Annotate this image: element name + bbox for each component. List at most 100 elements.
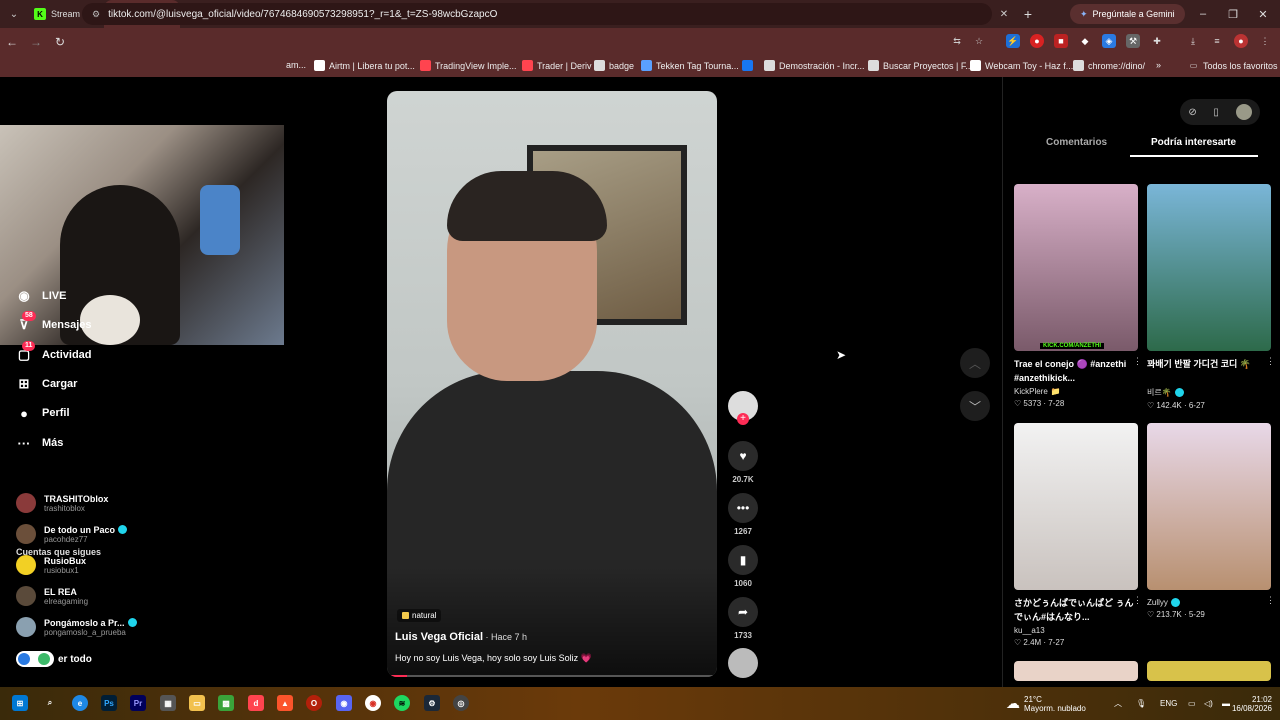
suggested-card-partial[interactable] [1014, 661, 1138, 681]
share-icon[interactable]: ➦ [728, 597, 758, 627]
file-explorer-icon[interactable]: ▭ [189, 695, 205, 711]
battery-icon[interactable]: ▬ [1222, 687, 1230, 720]
video-thumbnail[interactable] [1147, 423, 1271, 590]
windows-start-icon[interactable]: ⊞ [12, 695, 28, 711]
user-avatar[interactable] [1235, 104, 1252, 120]
discord-icon[interactable]: ◉ [336, 695, 352, 711]
suggested-video-card[interactable]: ⋮ 꽈배기 반팔 가디건 코디 🌴 비르🌴 ♡ 142.4K · 6-27 [1147, 184, 1275, 410]
video-thumbnail[interactable] [1147, 184, 1271, 351]
sidebar-item-más[interactable]: ··· Más [16, 435, 64, 451]
comment-icon[interactable]: ••• [728, 493, 758, 523]
bookmark-item[interactable] [742, 60, 757, 71]
restore-button[interactable]: ❐ [1218, 0, 1248, 28]
see-all-link[interactable]: er todo [16, 651, 92, 667]
suggested-video-card[interactable]: ⋮ Zullyy ♡ 213.7K · 5-29 [1147, 423, 1275, 619]
card-author[interactable]: 비르🌴 [1147, 387, 1271, 398]
forward-button[interactable]: → [24, 35, 48, 49]
tab-search-button[interactable]: ⌄ [0, 0, 28, 28]
extension-icon[interactable]: ⚒ [1126, 34, 1140, 48]
opera-icon[interactable]: O [306, 695, 322, 711]
network-icon[interactable]: ▭ [1188, 687, 1196, 720]
back-button[interactable]: ← [0, 35, 24, 49]
language-indicator[interactable]: ENG [1160, 687, 1177, 720]
comment-action[interactable]: ••• 1267 [728, 493, 758, 536]
obs-icon[interactable]: ◎ [453, 695, 469, 711]
volume-icon[interactable]: ◁) [1204, 687, 1213, 720]
sidebar-item-cargar[interactable]: ⊞ Cargar [16, 376, 78, 392]
site-info-icon[interactable]: ⚙ [92, 9, 100, 20]
card-author[interactable]: ku__a13 [1014, 626, 1138, 635]
extension-icon[interactable]: ● [1030, 34, 1044, 48]
heart-icon[interactable]: ♥ [728, 441, 758, 471]
edge-icon[interactable]: e [72, 695, 88, 711]
tab-suggested[interactable]: Podría interesarte [1151, 137, 1236, 148]
video-progress-bar[interactable] [387, 675, 717, 677]
extension-icon[interactable]: ⚡ [1006, 34, 1020, 48]
tab-comments[interactable]: Comentarios [1046, 137, 1107, 148]
suggested-video-card[interactable]: ⋮ さかどぅんぱでぃんぱど ぅんでぃん#はんなり... ku__a13 ♡ 2.4M … [1014, 423, 1142, 647]
suggested-card-partial[interactable] [1147, 661, 1271, 681]
bookmark-item[interactable]: badge [594, 60, 634, 71]
sidebar-item-actividad[interactable]: ▢ 11 Actividad [16, 341, 92, 363]
new-tab-button[interactable]: + [1016, 6, 1040, 22]
clock[interactable]: 21:02 16/08/2026 [1232, 687, 1272, 720]
deriv-icon[interactable]: d [248, 695, 264, 711]
following-item[interactable]: EL REA elreagaming [16, 586, 88, 606]
share-action[interactable]: ➦ 1733 [728, 597, 758, 640]
bookmark-item[interactable]: TradingView Imple... [420, 60, 517, 71]
previous-video-button[interactable]: ︿ [960, 348, 990, 378]
bookmark-star-icon[interactable]: ☆ [972, 34, 986, 48]
more-options-icon[interactable]: ⋮ [1133, 356, 1142, 367]
reload-button[interactable]: ↻ [48, 35, 72, 49]
photoshop-icon[interactable]: Ps [101, 695, 117, 711]
weather-widget[interactable]: ☁ 21°C Mayorm. nublado [1006, 687, 1086, 720]
bookmark-item[interactable]: Trader | Deriv [522, 60, 592, 71]
bookmark-item[interactable]: Buscar Proyectos | F... [868, 60, 973, 71]
extensions-puzzle-icon[interactable]: ✚ [1150, 34, 1164, 48]
brave-icon[interactable]: ▲ [277, 695, 293, 711]
minimize-button[interactable]: – [1188, 0, 1218, 28]
extension-icon[interactable]: ◆ [1078, 34, 1092, 48]
music-disc-button[interactable] [728, 648, 758, 678]
sidebar-item-live[interactable]: ◉ LIVE [16, 288, 66, 304]
bookmark-item[interactable]: Airtm | Libera tu pot... [314, 60, 415, 71]
video-player[interactable]: natural Luis Vega Oficial · Hace 7 h Hoy… [387, 91, 717, 677]
next-video-button[interactable]: ﹀ [960, 391, 990, 421]
following-item[interactable]: RusioBux rusiobux1 [16, 555, 86, 575]
video-thumbnail[interactable]: KICK.COM/ANZETHI [1014, 184, 1138, 351]
close-window-button[interactable]: ✕ [1248, 0, 1278, 28]
browser-menu-icon[interactable]: ⋮ [1258, 34, 1272, 48]
suggested-video-card[interactable]: KICK.COM/ANZETHI ⋮ Trae el conejo 🟣 #anzet… [1014, 184, 1142, 408]
tab-close-icon[interactable]: ✕ [998, 9, 1010, 20]
bookmark-item[interactable]: Webcam Toy - Haz f... [970, 60, 1073, 71]
like-action[interactable]: ♥ 20.7K [728, 441, 758, 484]
chrome-icon[interactable]: ◉ [365, 695, 381, 711]
microphone-icon[interactable]: 🎙 [1136, 687, 1146, 720]
gemini-button[interactable]: ✦ Pregúntale a Gemini [1070, 4, 1185, 24]
creator-avatar-button[interactable]: + [728, 391, 758, 425]
video-author[interactable]: Luis Vega Oficial · Hace 7 h [395, 631, 527, 643]
bookmark-item[interactable]: Tekken Tag Tourna... [641, 60, 739, 71]
more-options-icon[interactable]: ⋮ [1266, 595, 1275, 606]
compass-icon[interactable]: ⊘ [1188, 107, 1196, 118]
card-author[interactable]: KickPlere 📁 [1014, 387, 1138, 396]
address-bar[interactable]: ⚙ tiktok.com/@luisvega_oficial/video/767… [82, 3, 992, 25]
more-options-icon[interactable]: ⋮ [1133, 595, 1142, 606]
bookmark-item[interactable]: chrome://dino/ [1073, 60, 1145, 71]
bookmark-partial[interactable]: am... [286, 60, 306, 70]
follow-plus-icon[interactable]: + [737, 413, 749, 425]
following-item[interactable]: De todo un Paco pacohdez77 [16, 524, 128, 544]
all-favorites-folder[interactable]: ▭ Todos los favoritos [1188, 60, 1278, 71]
phone-icon[interactable]: ▯ [1213, 107, 1219, 118]
more-options-icon[interactable]: ⋮ [1266, 356, 1275, 367]
download-icon[interactable]: ⤓ [1186, 34, 1200, 48]
following-item[interactable]: TRASHITOblox trashitoblox [16, 493, 108, 513]
sidebar-item-mensajes[interactable]: ⊽ 58 Mensajes [16, 311, 92, 333]
tray-chevron-icon[interactable]: ︿ [1114, 687, 1122, 720]
premiere-icon[interactable]: Pr [130, 695, 146, 711]
search-icon[interactable]: ⌕ [42, 695, 58, 711]
extension-icon[interactable]: ■ [1054, 34, 1068, 48]
bookmark-icon[interactable]: ▮ [728, 545, 758, 575]
steam-icon[interactable]: ⚙ [424, 695, 440, 711]
profile-avatar[interactable]: ● [1234, 34, 1248, 48]
